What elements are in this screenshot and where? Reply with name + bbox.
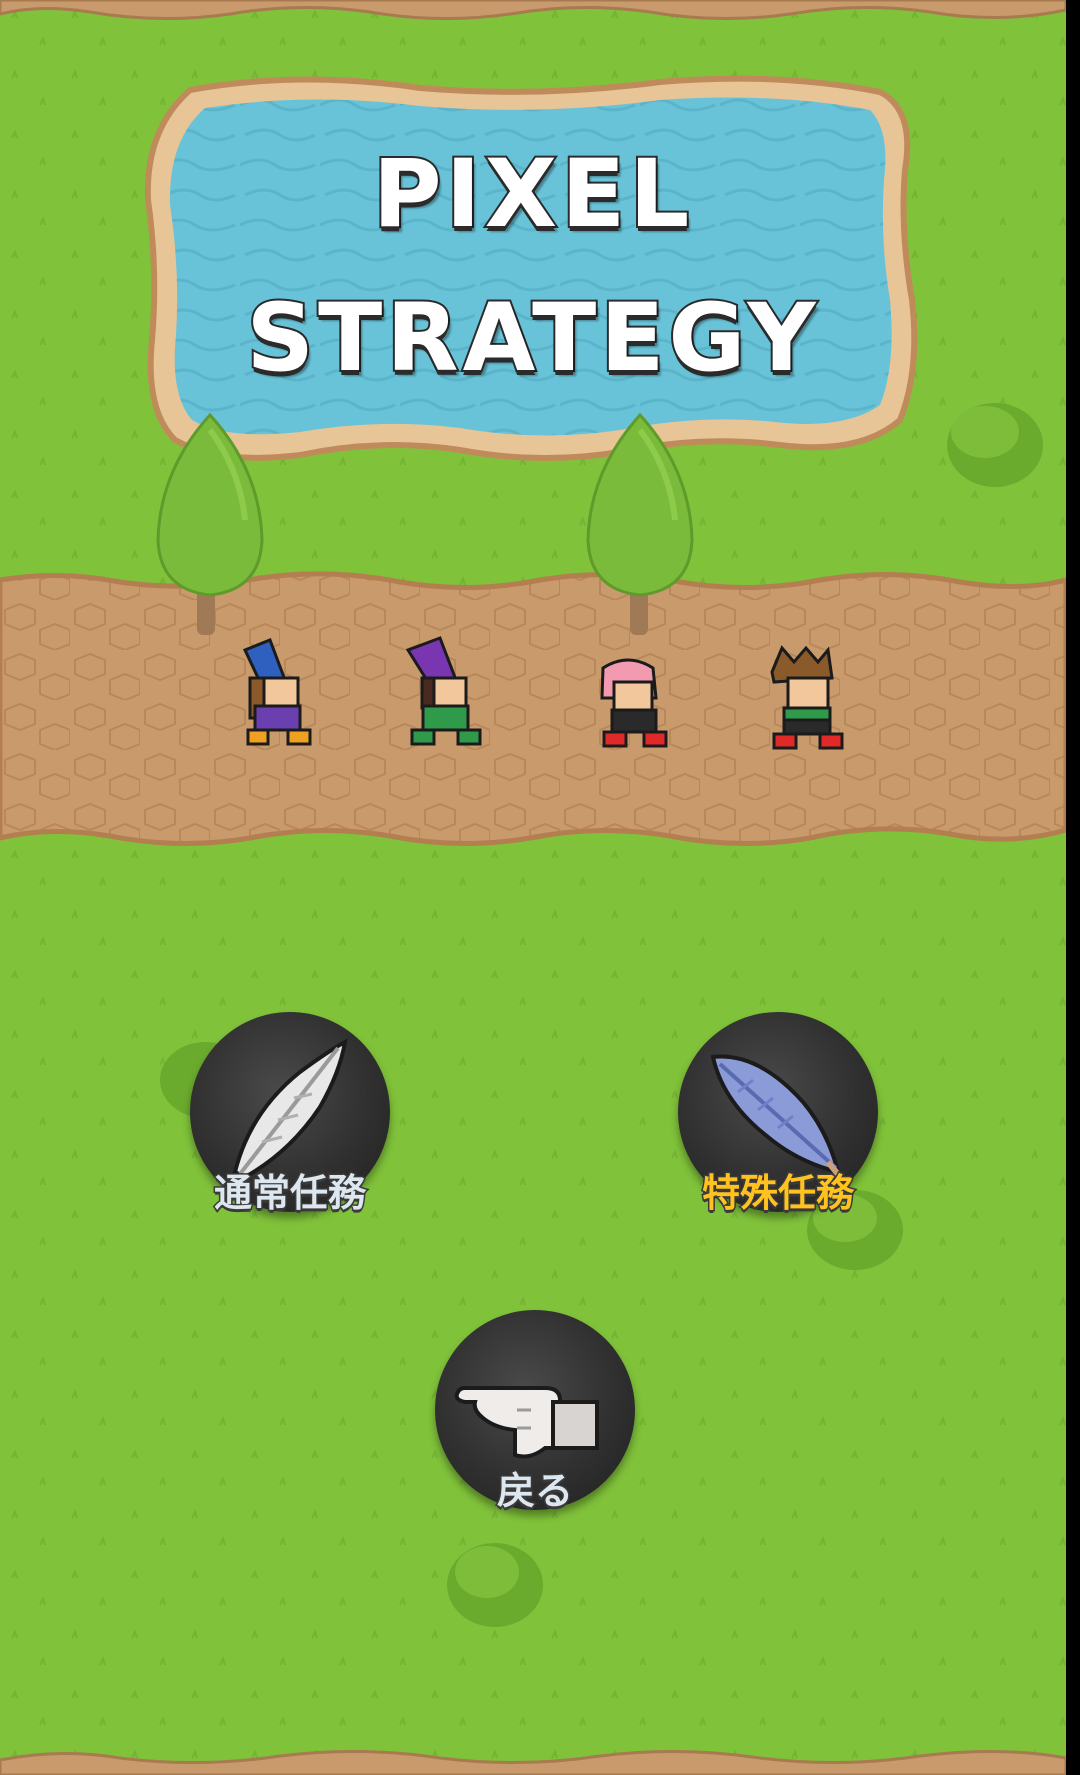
bush-right-top — [947, 403, 1043, 487]
back-button[interactable]: 戻る — [435, 1310, 635, 1512]
dirt-path — [0, 571, 1066, 846]
game-title-line2: STRATEGY — [244, 284, 820, 393]
game-title-line1: PIXEL — [371, 140, 694, 249]
back-label: 戻る — [495, 1469, 574, 1513]
normal-mission-label: 通常任務 — [212, 1171, 367, 1215]
bush-bottom — [447, 1543, 543, 1627]
special-mission-button[interactable]: 特殊任務 — [678, 1012, 878, 1214]
normal-mission-button[interactable]: 通常任務 — [190, 1012, 390, 1214]
game-screen: PIXEL STRATEGY 通常任務 特殊任務 戻る — [0, 0, 1066, 1775]
special-mission-label: 特殊任務 — [700, 1171, 855, 1215]
